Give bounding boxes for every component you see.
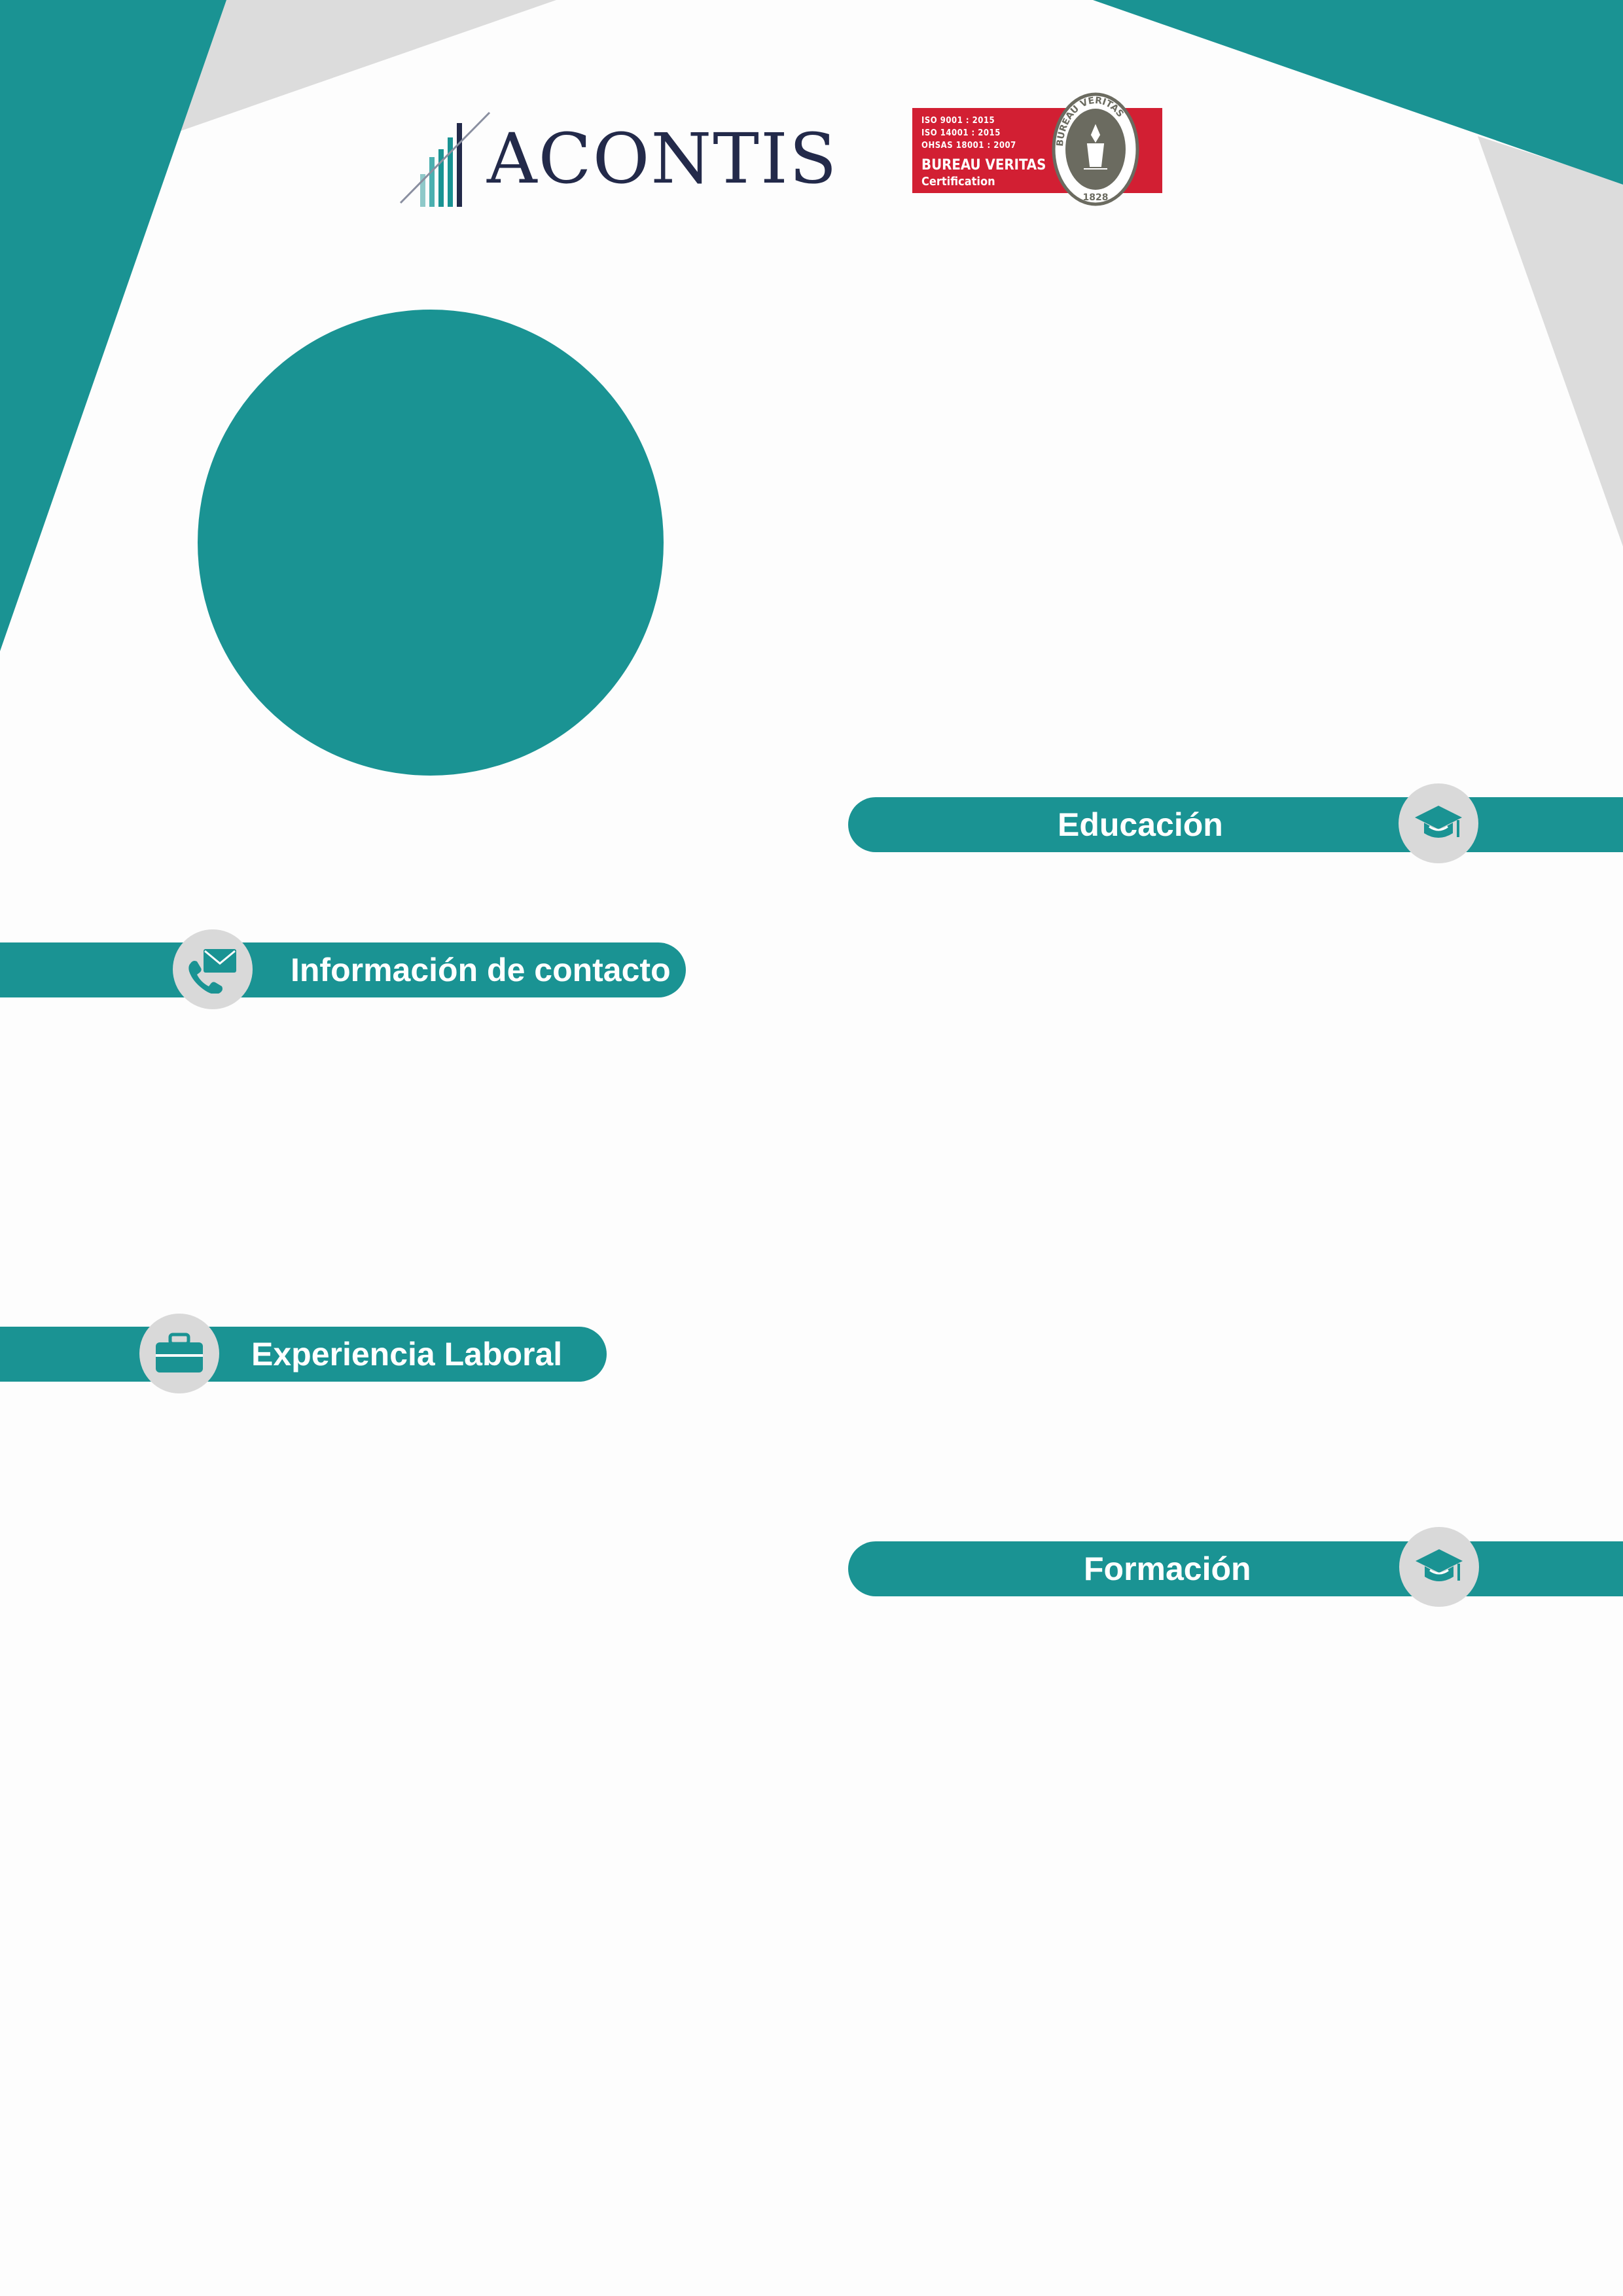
phone-envelope-icon [188,949,236,994]
section-title-formacion: Formación [1084,1551,1251,1587]
profile-photo-placeholder[interactable] [198,310,664,776]
graduation-cap-icon [1415,806,1462,838]
section-header-educacion: Educación [848,797,1623,852]
briefcase-icon [156,1333,203,1372]
top-left-grey-shape [181,0,556,131]
acontis-logo-mark [399,111,491,207]
training-badge [1399,1527,1479,1607]
top-right-grey-shape [1478,136,1623,547]
section-header-experiencia: Experiencia Laboral [0,1327,607,1382]
iso-line: ISO 9001 : 2015 [921,116,995,126]
certification-label: Certification [921,175,995,188]
seal-year: 1828 [1083,192,1109,203]
experience-badge [139,1314,219,1393]
contact-badge [173,929,253,1009]
section-title-educacion: Educación [1058,806,1223,843]
section-title-contacto: Información de contacto [291,952,671,988]
section-header-contacto: Información de contacto [0,942,686,997]
iso-line: OHSAS 18001 : 2007 [921,141,1016,151]
acontis-logo-text: ACONTIS [487,118,838,199]
graduation-cap-icon [1416,1549,1463,1581]
top-right-teal-shape [1093,0,1623,185]
background-shapes [0,0,1623,651]
bureau-veritas-seal-icon: BUREAU VERITAS 1828 [1052,92,1139,206]
education-badge [1399,783,1478,863]
iso-line: ISO 14001 : 2015 [921,128,1001,138]
section-header-formacion: Formación [848,1541,1623,1596]
certifier-name: BUREAU VERITAS [921,157,1046,173]
section-title-experiencia: Experiencia Laboral [251,1336,563,1372]
